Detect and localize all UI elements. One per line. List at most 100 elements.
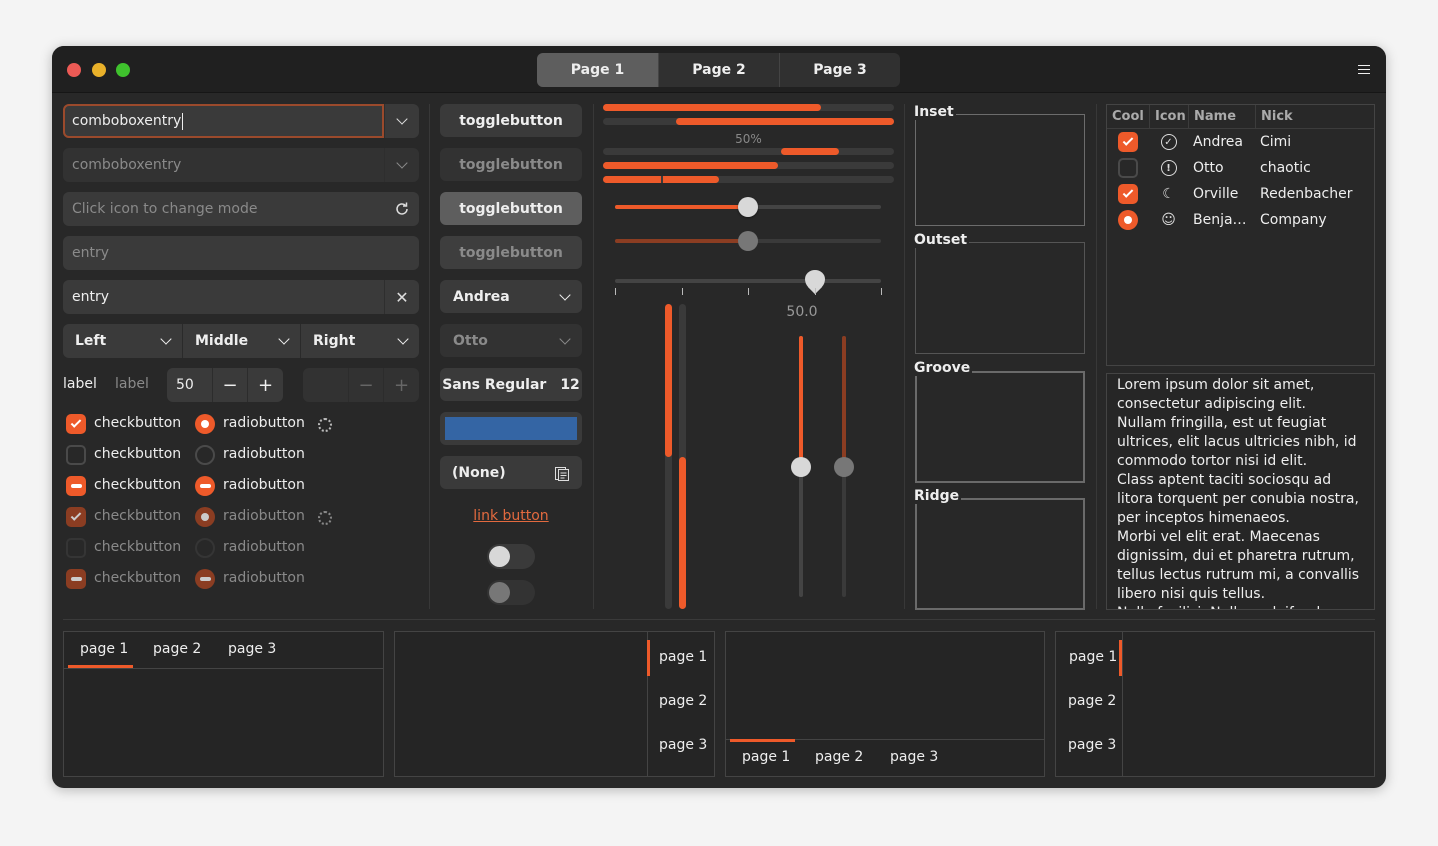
notebook-left-tab-2[interactable]: page 2 xyxy=(1068,693,1116,709)
refresh-icon[interactable] xyxy=(384,201,419,217)
scale-fill xyxy=(799,336,803,467)
progress-bar-1 xyxy=(603,104,894,111)
cool-radio[interactable] xyxy=(1118,210,1138,230)
radio-button[interactable] xyxy=(195,476,215,496)
column-separator xyxy=(593,104,594,609)
checkbox[interactable] xyxy=(66,445,86,465)
switch-1[interactable] xyxy=(487,544,535,569)
scale-3-marks[interactable] xyxy=(615,279,881,283)
combo-middle[interactable]: Middle xyxy=(182,324,300,358)
checkbox[interactable] xyxy=(66,476,86,496)
scale-value-label: 50.0 xyxy=(786,304,818,320)
color-button[interactable] xyxy=(440,412,582,445)
column-icon[interactable]: Icon xyxy=(1149,105,1188,128)
scale-knob-disabled xyxy=(738,231,758,251)
tree-cell-name: Orville xyxy=(1193,186,1239,202)
hamburger-icon[interactable] xyxy=(1358,62,1370,74)
notebook-bottom-tab-1[interactable]: page 1 xyxy=(742,749,790,765)
link-button[interactable]: link button xyxy=(440,508,582,524)
cool-checkbox[interactable] xyxy=(1118,158,1138,178)
tree-row[interactable]: ☾ Orville Redenbacher xyxy=(1107,181,1374,207)
checkmark-icon xyxy=(70,510,82,521)
tree-cell-name: Otto xyxy=(1193,160,1224,176)
font-button[interactable]: Sans Regular 12 xyxy=(440,368,582,401)
tree-rows: ✓ Andrea Cimi! Otto chaotic ☾ Orville Redenbach… xyxy=(1107,129,1374,233)
notebook-right-tab-3[interactable]: page 3 xyxy=(659,737,707,753)
notebook-bottom-tab-3[interactable]: page 3 xyxy=(890,749,938,765)
checkmark-icon xyxy=(1122,187,1134,198)
text-view-content[interactable]: Lorem ipsum dolor sit amet, consectetur … xyxy=(1117,376,1364,609)
checkbutton-label[interactable]: checkbutton xyxy=(94,477,181,493)
combo-entry-input[interactable]: comboboxentry xyxy=(63,104,384,138)
radiobutton-label[interactable]: radiobutton xyxy=(223,415,305,431)
text-view[interactable]: Lorem ipsum dolor sit amet, consectetur … xyxy=(1106,373,1375,610)
combo-left-label: Left xyxy=(75,333,107,349)
notebook-top-tab-2[interactable]: page 2 xyxy=(153,641,201,657)
stack-page-3[interactable]: Page 3 xyxy=(779,53,900,87)
stack-page-2[interactable]: Page 2 xyxy=(658,53,779,87)
column-cool[interactable]: Cool xyxy=(1107,105,1149,128)
radiobutton-label[interactable]: radiobutton xyxy=(223,446,305,462)
combo-dropdown-button[interactable] xyxy=(384,104,419,138)
cool-checkbox[interactable] xyxy=(1118,132,1138,152)
notebook-left-tab-3[interactable]: page 3 xyxy=(1068,737,1116,753)
entry-field[interactable]: entry ✕ xyxy=(63,280,419,314)
mode-entry[interactable]: Click icon to change mode xyxy=(63,192,419,226)
combo-andrea[interactable]: Andrea xyxy=(440,280,582,313)
label-disabled: label xyxy=(115,376,149,392)
radio-button[interactable] xyxy=(195,414,215,434)
tab-divider xyxy=(1122,632,1123,776)
column-separator xyxy=(429,104,430,609)
file-chooser-button[interactable]: (None) xyxy=(440,456,582,489)
maximize-button[interactable] xyxy=(116,63,130,77)
stack-page-1[interactable]: Page 1 xyxy=(537,53,658,87)
spin-decrement[interactable]: − xyxy=(212,368,247,402)
notebook-top-tab-3[interactable]: page 3 xyxy=(228,641,276,657)
notebook-left-tab-1[interactable]: page 1 xyxy=(1069,649,1117,665)
spin-button[interactable]: 50 − + xyxy=(167,368,283,402)
toggle-button-active[interactable]: togglebutton xyxy=(440,192,582,225)
frame-ridge xyxy=(915,498,1085,610)
scale-knob[interactable] xyxy=(738,197,758,217)
radiobutton-label[interactable]: radiobutton xyxy=(223,477,305,493)
combo-left[interactable]: Left xyxy=(63,324,182,358)
checkbutton-label[interactable]: checkbutton xyxy=(94,415,181,431)
check-circle-icon: ✓ xyxy=(1160,134,1177,150)
spin-increment[interactable]: + xyxy=(247,368,283,402)
toggle-button-active-disabled: togglebutton xyxy=(440,236,582,269)
combo-otto: Otto xyxy=(440,324,582,357)
file-chooser-label: (None) xyxy=(452,464,506,481)
spin-value[interactable]: 50 xyxy=(167,368,212,402)
tree-row[interactable]: ! Otto chaotic xyxy=(1107,155,1374,181)
notebook-right-tab-2[interactable]: page 2 xyxy=(659,693,707,709)
clear-icon[interactable]: ✕ xyxy=(384,280,419,314)
font-name: Sans Regular xyxy=(442,376,547,393)
segmented-combos: Left Middle Right xyxy=(63,324,419,358)
tree-view[interactable]: Cool Icon Name Nick ✓ Andrea Cimi! Otto chao… xyxy=(1106,104,1375,366)
vertical-scale-knob[interactable] xyxy=(791,456,811,477)
combo-entry-text: comboboxentry xyxy=(72,113,182,129)
cool-checkbox[interactable] xyxy=(1118,184,1138,204)
tree-row[interactable]: ✓ Andrea Cimi xyxy=(1107,129,1374,155)
notebook-top-tab-1[interactable]: page 1 xyxy=(80,641,128,657)
combo-right[interactable]: Right xyxy=(300,324,419,358)
close-button[interactable] xyxy=(67,63,81,77)
radio-dot-icon xyxy=(201,513,209,521)
checkbox xyxy=(66,538,86,558)
notebook-bottom-tab-2[interactable]: page 2 xyxy=(815,749,863,765)
tree-row[interactable]: ☺ Benja… Company xyxy=(1107,207,1374,233)
entry-placeholder: entry xyxy=(72,245,110,261)
checkbutton-label[interactable]: checkbutton xyxy=(94,446,181,462)
radio-button[interactable] xyxy=(195,445,215,465)
spinner-icon-disabled xyxy=(318,511,332,525)
column-nick[interactable]: Nick xyxy=(1255,105,1374,128)
entry-placeholder-field[interactable]: entry xyxy=(63,236,419,270)
notebook-right-tab-1[interactable]: page 1 xyxy=(659,649,707,665)
label: label xyxy=(63,376,97,392)
combobox-entry-focused[interactable]: comboboxentry xyxy=(63,104,419,138)
checkbox[interactable] xyxy=(66,414,86,434)
toggle-button[interactable]: togglebutton xyxy=(440,104,582,137)
column-name[interactable]: Name xyxy=(1188,105,1255,128)
minimize-button[interactable] xyxy=(92,63,106,77)
progress-fill xyxy=(603,162,778,169)
